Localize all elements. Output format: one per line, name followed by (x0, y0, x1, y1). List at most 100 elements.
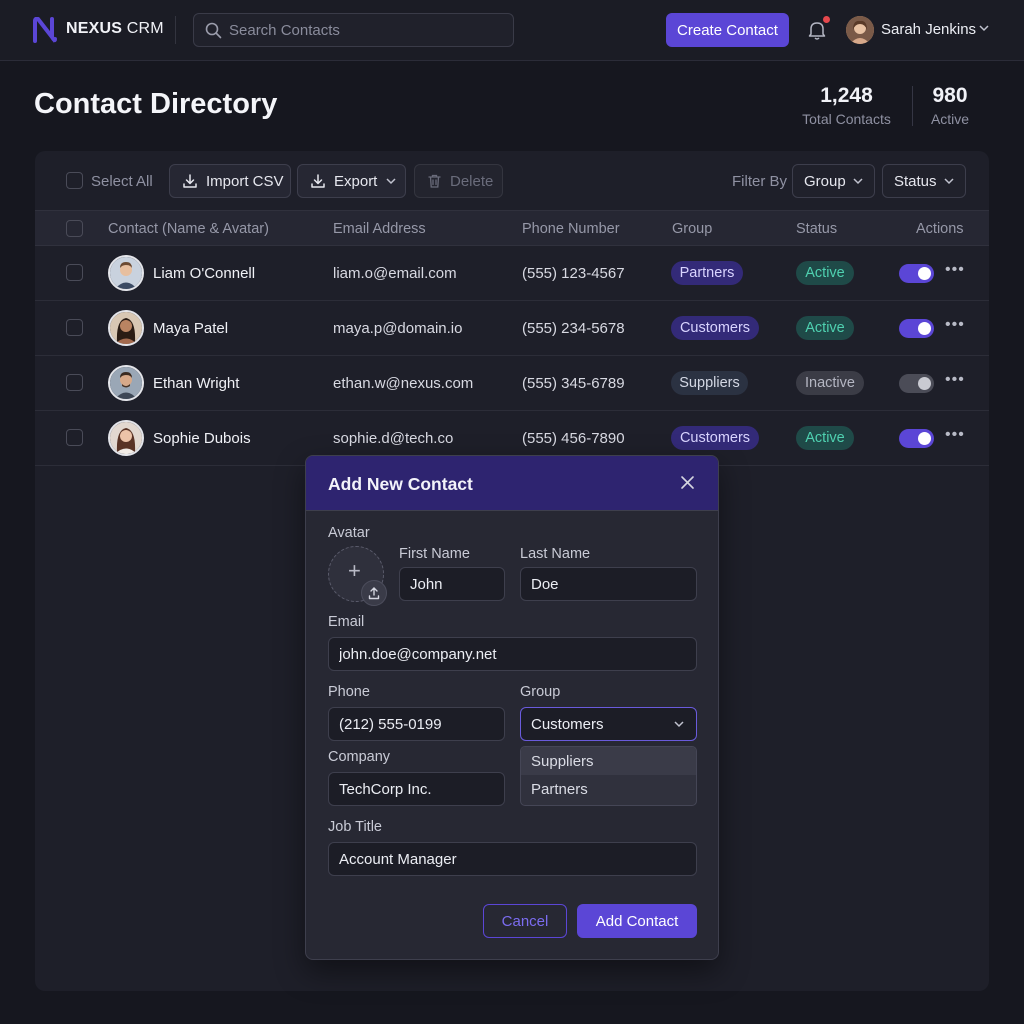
user-name[interactable]: Sarah Jenkins (881, 21, 976, 38)
contact-name[interactable]: Sophie Dubois (153, 430, 251, 447)
status-filter-value: Status (894, 172, 937, 190)
email-label: Email (328, 614, 365, 630)
row-checkbox[interactable] (66, 264, 83, 281)
contact-phone: (555) 456-7890 (522, 430, 625, 447)
group-label: Group (520, 684, 561, 700)
contact-phone: (555) 234-5678 (522, 320, 625, 337)
search-input[interactable] (229, 14, 505, 46)
import-csv-button[interactable]: Import CSV (169, 164, 291, 198)
contact-avatar (108, 365, 144, 401)
first-name-field[interactable] (399, 567, 505, 601)
avatar-upload-button[interactable]: + (328, 546, 387, 606)
last-name-label: Last Name (520, 546, 591, 562)
notification-badge (823, 16, 830, 23)
stat-value: 980 (932, 84, 968, 107)
group-filter-select[interactable]: Group (792, 164, 875, 198)
contact-email: liam.o@email.com (333, 265, 457, 282)
download-icon (183, 174, 197, 188)
status-badge: Inactive (796, 371, 864, 395)
status-toggle[interactable] (899, 374, 934, 393)
table-row[interactable]: Ethan Wright ethan.w@nexus.com (555) 345… (35, 356, 989, 411)
row-checkbox[interactable] (66, 374, 83, 391)
column-header-group[interactable]: Group (672, 221, 712, 237)
chevron-down-icon[interactable] (979, 25, 989, 32)
column-header-email[interactable]: Email Address (333, 221, 426, 237)
trash-icon (428, 174, 441, 188)
column-header-status[interactable]: Status (796, 221, 837, 237)
avatar-label: Avatar (328, 525, 370, 541)
group-badge: Suppliers (671, 371, 748, 395)
stat-active: 980 Active (921, 84, 979, 127)
status-toggle[interactable] (899, 429, 934, 448)
contact-name[interactable]: Liam O'Connell (153, 265, 255, 282)
chevron-down-icon (944, 178, 954, 185)
divider (175, 16, 176, 44)
column-header-actions: Actions (916, 221, 964, 237)
import-csv-label: Import CSV (206, 172, 284, 190)
table-toolbar: Select All Import CSV Export Delete Filt… (35, 151, 989, 210)
brand-name[interactable]: NEXUS CRM (66, 20, 164, 38)
contact-name[interactable]: Maya Patel (153, 320, 228, 337)
dropdown-option-partners[interactable]: Partners (521, 775, 696, 803)
status-toggle[interactable] (899, 319, 934, 338)
select-all-checkbox[interactable] (66, 172, 83, 189)
job-title-field[interactable] (328, 842, 697, 876)
chevron-down-icon (853, 178, 863, 185)
export-button[interactable]: Export (297, 164, 406, 198)
status-badge: Active (796, 261, 854, 285)
more-actions-icon[interactable]: ••• (945, 261, 965, 279)
user-avatar[interactable] (846, 16, 874, 44)
group-filter-value: Group (804, 172, 846, 190)
status-badge: Active (796, 316, 854, 340)
delete-button[interactable]: Delete (414, 164, 503, 198)
stat-total-contacts: 1,248 Total Contacts (796, 84, 897, 127)
add-contact-button[interactable]: Add Contact (577, 904, 697, 938)
phone-field[interactable] (328, 707, 505, 741)
filter-by-label: Filter By (732, 173, 788, 190)
close-icon[interactable] (680, 475, 695, 490)
last-name-field[interactable] (520, 567, 697, 601)
company-label: Company (328, 749, 391, 765)
modal-title: Add New Contact (328, 474, 473, 494)
nexus-logo-icon[interactable] (33, 17, 57, 43)
company-field[interactable] (328, 772, 505, 806)
contact-name[interactable]: Ethan Wright (153, 375, 239, 392)
status-toggle[interactable] (899, 264, 934, 283)
group-badge: Customers (671, 426, 759, 450)
export-label: Export (334, 172, 378, 190)
column-header-phone[interactable]: Phone Number (522, 221, 620, 237)
email-field[interactable] (328, 637, 697, 671)
add-contact-modal: Add New Contact Avatar + First Name Last… (305, 455, 719, 960)
table-row[interactable]: Maya Patel maya.p@domain.io (555) 234-56… (35, 301, 989, 356)
cancel-button[interactable]: Cancel (483, 904, 567, 938)
row-checkbox[interactable] (66, 429, 83, 446)
contact-avatar (108, 420, 144, 456)
group-select[interactable]: Customers (520, 707, 697, 741)
search-icon (205, 22, 222, 39)
dropdown-option-suppliers[interactable]: Suppliers (521, 747, 696, 775)
stat-divider (912, 86, 913, 126)
more-actions-icon[interactable]: ••• (945, 316, 965, 334)
download-icon (311, 174, 325, 188)
group-badge: Partners (671, 261, 743, 285)
table-row[interactable]: Liam O'Connell liam.o@email.com (555) 12… (35, 246, 989, 301)
contact-phone: (555) 123-4567 (522, 265, 625, 282)
header-checkbox[interactable] (66, 220, 83, 237)
contact-email: maya.p@domain.io (333, 320, 463, 337)
more-actions-icon[interactable]: ••• (945, 426, 965, 444)
chevron-down-icon (386, 177, 396, 184)
stat-label: Total Contacts (802, 111, 891, 127)
column-header-contact[interactable]: Contact (Name & Avatar) (108, 221, 269, 237)
search-box[interactable] (193, 13, 514, 47)
create-contact-button[interactable]: Create Contact (666, 13, 789, 47)
phone-label: Phone (328, 684, 370, 700)
row-checkbox[interactable] (66, 319, 83, 336)
more-actions-icon[interactable]: ••• (945, 371, 965, 389)
job-title-label: Job Title (328, 819, 382, 835)
status-filter-select[interactable]: Status (882, 164, 966, 198)
delete-label: Delete (450, 172, 494, 190)
plus-icon: + (348, 558, 361, 583)
upload-icon (361, 580, 387, 606)
modal-header: Add New Contact (306, 456, 718, 511)
select-all-label[interactable]: Select All (91, 173, 153, 190)
